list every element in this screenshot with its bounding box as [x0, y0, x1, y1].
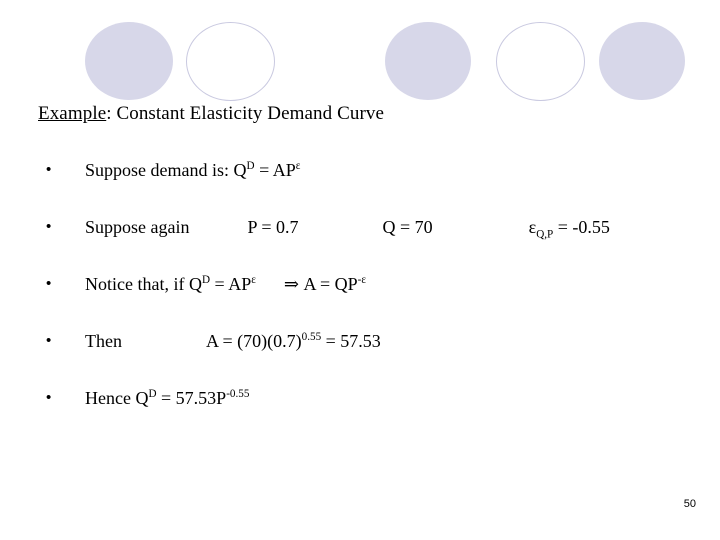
bullet-item-3: • Notice that, if QD = APε ⇒ A = QP-ε	[38, 269, 698, 326]
bullet-4-result: = 57.53	[321, 331, 381, 351]
bullet-list: • Suppose demand is: QD = APε • Suppose …	[38, 155, 698, 440]
bullet-2-quantity-value: Q = 70	[382, 217, 433, 237]
bullet-5-lead: Hence Q	[85, 388, 149, 408]
decorative-circle-2	[186, 22, 275, 101]
bullet-text-1: Suppose demand is: QD = APε	[85, 155, 300, 185]
slide-title-rest: : Constant Elasticity Demand Curve	[106, 103, 385, 124]
decorative-circle-4	[496, 22, 585, 101]
decorative-circle-3	[385, 22, 471, 100]
bullet-3-sup-neg-epsilon: -ε	[357, 274, 367, 286]
slide-canvas: Example: Constant Elasticity Demand Curv…	[0, 0, 720, 540]
bullet-1-sup-epsilon: ε	[295, 160, 301, 172]
bullet-item-1: • Suppose demand is: QD = APε	[38, 155, 698, 212]
bullet-3-lead: Notice that, if Q	[85, 274, 202, 294]
page-number: 50	[683, 498, 696, 510]
bullet-2-elasticity-value: = -0.55	[553, 217, 610, 237]
bullet-marker-icon: •	[46, 275, 52, 292]
bullet-3-tail: A = QP	[298, 274, 358, 294]
bullet-5-sup-d: D	[148, 388, 157, 400]
bullet-3-sup-epsilon: ε	[251, 274, 256, 286]
bullet-1-sup-d: D	[246, 160, 255, 172]
bullet-item-4: • Then A = (70)(0.7)0.55 = 57.53	[38, 326, 698, 383]
slide-title-keyword: Example	[38, 103, 107, 124]
implies-arrow-icon: ⇒	[283, 274, 299, 294]
bullet-text-2: Suppose again P = 0.7 Q = 70 εQ,P = -0.55	[85, 212, 610, 242]
bullet-text-5: Hence QD = 57.53P-0.55	[85, 383, 249, 413]
bullet-item-5: • Hence QD = 57.53P-0.55	[38, 383, 698, 440]
bullet-text-3: Notice that, if QD = APε ⇒ A = QP-ε	[85, 269, 366, 299]
bullet-4-lead: Then	[85, 331, 122, 351]
bullet-marker-icon: •	[46, 161, 52, 178]
bullet-text-4: Then A = (70)(0.7)0.55 = 57.53	[85, 326, 381, 356]
decorative-circle-1	[85, 22, 173, 100]
bullet-1-lead: Suppose demand is: Q	[85, 160, 247, 180]
bullet-1-mid: = AP	[254, 160, 296, 180]
slide-title: Example: Constant Elasticity Demand Curv…	[38, 101, 384, 126]
decorative-circle-5	[599, 22, 685, 100]
bullet-item-2: • Suppose again P = 0.7 Q = 70 εQ,P = -0.55	[38, 212, 698, 269]
bullet-marker-icon: •	[46, 332, 52, 349]
bullet-4-sup-exponent: 0.55	[301, 331, 322, 343]
bullet-4-expression: A = (70)(0.7)	[205, 331, 302, 351]
bullet-2-lead: Suppose again	[85, 217, 190, 237]
bullet-5-sup-exponent: -0.55	[226, 388, 250, 400]
bullet-5-mid: = 57.53P	[156, 388, 227, 408]
bullet-2-price-value: P = 0.7	[247, 217, 299, 237]
decorative-circle-band	[0, 0, 720, 110]
bullet-3-mid: = AP	[210, 274, 252, 294]
bullet-marker-icon: •	[46, 218, 52, 235]
bullet-3-sup-d: D	[201, 274, 211, 286]
bullet-2-elasticity-subscript: Q,P	[536, 228, 554, 241]
bullet-marker-icon: •	[46, 389, 52, 406]
